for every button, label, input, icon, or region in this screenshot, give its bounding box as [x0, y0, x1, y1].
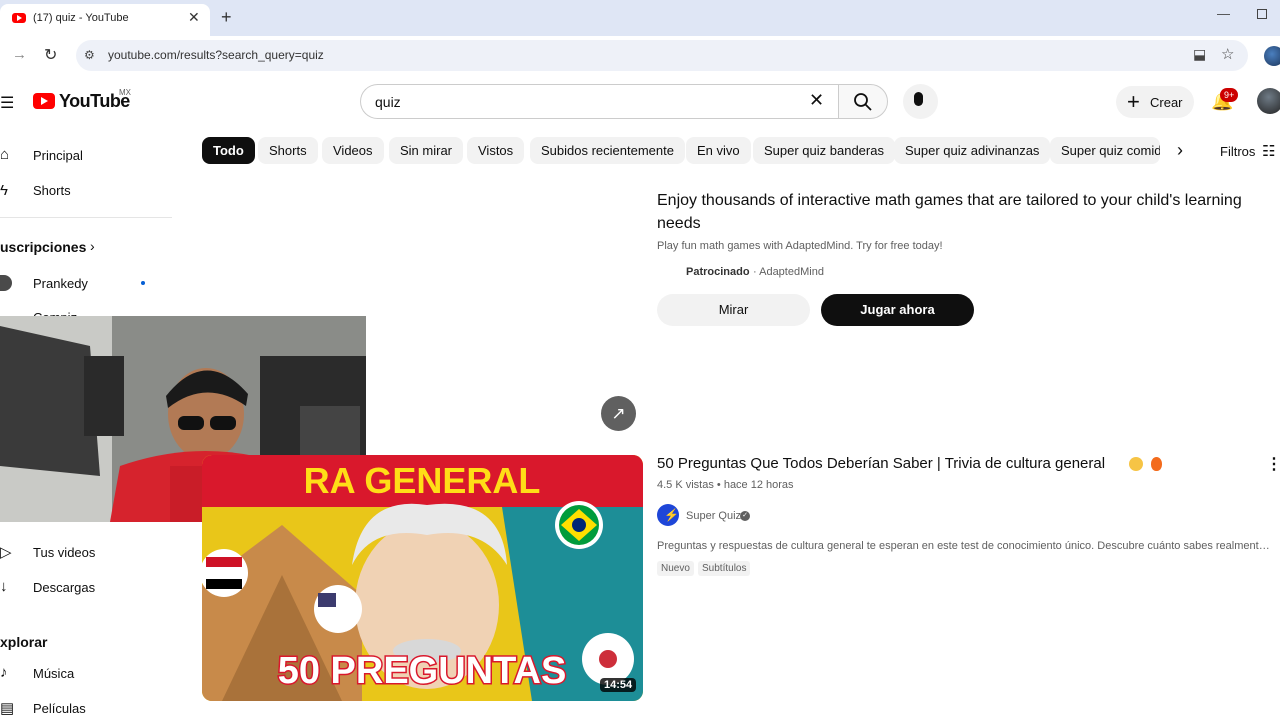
forward-icon[interactable]: → — [12, 46, 27, 63]
browser-profile-avatar[interactable] — [1264, 46, 1280, 66]
country-code: MX — [119, 88, 131, 97]
video-description: Preguntas y respuestas de cultura genera… — [657, 540, 1272, 552]
url-text[interactable]: youtube.com/results?search_query=quiz — [108, 48, 324, 62]
ad-title[interactable]: Enjoy thousands of interactive math game… — [657, 189, 1257, 235]
video-icon: ▷ — [0, 544, 12, 561]
minimize-icon[interactable]: — — [1217, 6, 1230, 21]
thumbnail-top-text: RA GENERAL — [304, 460, 541, 501]
search-icon — [854, 93, 872, 111]
maximize-icon[interactable] — [1257, 9, 1267, 19]
search-button[interactable] — [838, 84, 888, 119]
filters-button[interactable]: Filtros — [1220, 144, 1255, 159]
lightning-icon: ⚡ — [664, 508, 679, 522]
ad-play-button[interactable]: Jugar ahora — [821, 294, 974, 326]
chip-todo[interactable]: Todo — [202, 137, 255, 164]
microphone-icon — [914, 92, 923, 106]
browser-address-bar: → ↻ ⚙ youtube.com/results?search_query=q… — [0, 36, 1280, 76]
youtube-favicon-icon — [12, 13, 26, 23]
create-button[interactable]: + Crear — [1116, 86, 1194, 118]
create-label: Crear — [1150, 95, 1183, 110]
new-content-dot — [141, 281, 145, 285]
user-avatar[interactable] — [1257, 88, 1280, 114]
plus-icon: + — [1127, 89, 1140, 114]
new-tab-icon[interactable]: + — [221, 7, 232, 28]
sidebar-item-shorts[interactable]: Shorts — [33, 183, 71, 198]
thinking-emoji-icon — [1129, 457, 1143, 471]
chip-super-quiz-adivinanzas[interactable]: Super quiz adivinanzas — [894, 137, 1051, 164]
chip-vistos[interactable]: Vistos — [467, 137, 525, 164]
youtube-logo-icon[interactable] — [33, 93, 55, 109]
ad-watch-button[interactable]: Mirar — [657, 294, 810, 326]
sidebar-item-tus-videos[interactable]: Tus videos — [33, 545, 95, 560]
sidebar-item-descargas[interactable]: Descargas — [33, 580, 95, 595]
browser-tab[interactable]: (17) quiz - YouTube ✕ — [0, 4, 210, 36]
notifications-badge: 9+ — [1220, 88, 1239, 102]
chip-shorts[interactable]: Shorts — [258, 137, 318, 164]
video-duration: 14:54 — [600, 678, 637, 692]
chip-super-quiz-banderas[interactable]: Super quiz banderas — [753, 137, 895, 164]
thumbnail-bottom-text: 50 PREGUNTAS — [278, 650, 567, 692]
reload-icon[interactable]: ↻ — [44, 45, 57, 65]
home-icon: ⌂ — [0, 146, 10, 163]
browser-tab-bar: (17) quiz - YouTube ✕ + — — [0, 0, 1280, 36]
chevron-right-icon[interactable]: › — [1177, 140, 1183, 161]
chip-sin-mirar[interactable]: Sin mirar — [389, 137, 464, 164]
tab-title: (17) quiz - YouTube — [33, 12, 129, 24]
chevron-right-icon[interactable]: › — [90, 238, 95, 254]
channel-name[interactable]: Super Quiz — [686, 510, 741, 522]
install-app-icon[interactable]: ⬓ — [1193, 46, 1206, 63]
sidebar-divider — [0, 217, 172, 218]
chip-subidos-recientemente[interactable]: Subidos recientemente — [530, 137, 685, 164]
chip-en-vivo[interactable]: En vivo — [686, 137, 751, 164]
sidebar-item-musica[interactable]: Música — [33, 666, 74, 681]
sponsored-label: Patrocinado — [686, 266, 750, 278]
search-input[interactable]: quiz ✕ — [360, 84, 838, 119]
fire-emoji-icon — [1151, 457, 1162, 471]
sidebar-explore-heading: xplorar — [0, 634, 48, 650]
badge-nuevo: Nuevo — [657, 561, 694, 576]
chip-super-quiz-comida[interactable]: Super quiz comida — [1050, 137, 1160, 164]
more-options-icon[interactable]: ⋮ — [1266, 454, 1280, 474]
sidebar-subscriptions-heading[interactable]: uscripciones — [0, 239, 86, 255]
close-tab-icon[interactable]: ✕ — [188, 9, 200, 26]
sidebar-item-prankedy[interactable]: Prankedy — [33, 276, 88, 291]
sidebar-item-peliculas[interactable]: Películas — [33, 701, 86, 716]
filters-icon[interactable]: ☷ — [1262, 142, 1275, 160]
channel-avatar-prankedy — [0, 275, 12, 291]
search-query-text[interactable]: quiz — [375, 94, 401, 110]
site-settings-icon[interactable]: ⚙ — [84, 48, 95, 62]
verified-check-icon: ✓ — [740, 511, 750, 521]
film-icon: ▤ — [0, 700, 15, 717]
music-icon: ♪ — [0, 664, 8, 681]
ad-description: Play fun math games with AdaptedMind. Tr… — [657, 240, 943, 252]
badge-subtitulos: Subtítulos — [698, 561, 751, 576]
omnibox[interactable]: ⚙ youtube.com/results?search_query=quiz … — [76, 40, 1248, 71]
ad-advertiser: · AdaptedMind — [753, 266, 824, 278]
shorts-icon: ϟ — [0, 182, 8, 199]
clear-search-icon[interactable]: ✕ — [809, 90, 824, 111]
video-thumbnail[interactable]: RA GENERAL 50 PREGUNTAS — [202, 455, 643, 701]
download-icon: ↓ — [0, 578, 8, 595]
video-meta: 4.5 K vistas • hace 12 horas — [657, 479, 794, 491]
open-external-icon[interactable]: ↗ — [601, 396, 636, 431]
sidebar-item-principal[interactable]: Principal — [33, 148, 83, 163]
chip-videos[interactable]: Videos — [322, 137, 384, 164]
voice-search-button[interactable] — [903, 84, 938, 119]
thumbnail-image: RA GENERAL 50 PREGUNTAS — [202, 455, 643, 701]
bookmark-star-icon[interactable]: ☆ — [1221, 45, 1234, 63]
menu-icon[interactable]: ☰ — [0, 93, 14, 113]
